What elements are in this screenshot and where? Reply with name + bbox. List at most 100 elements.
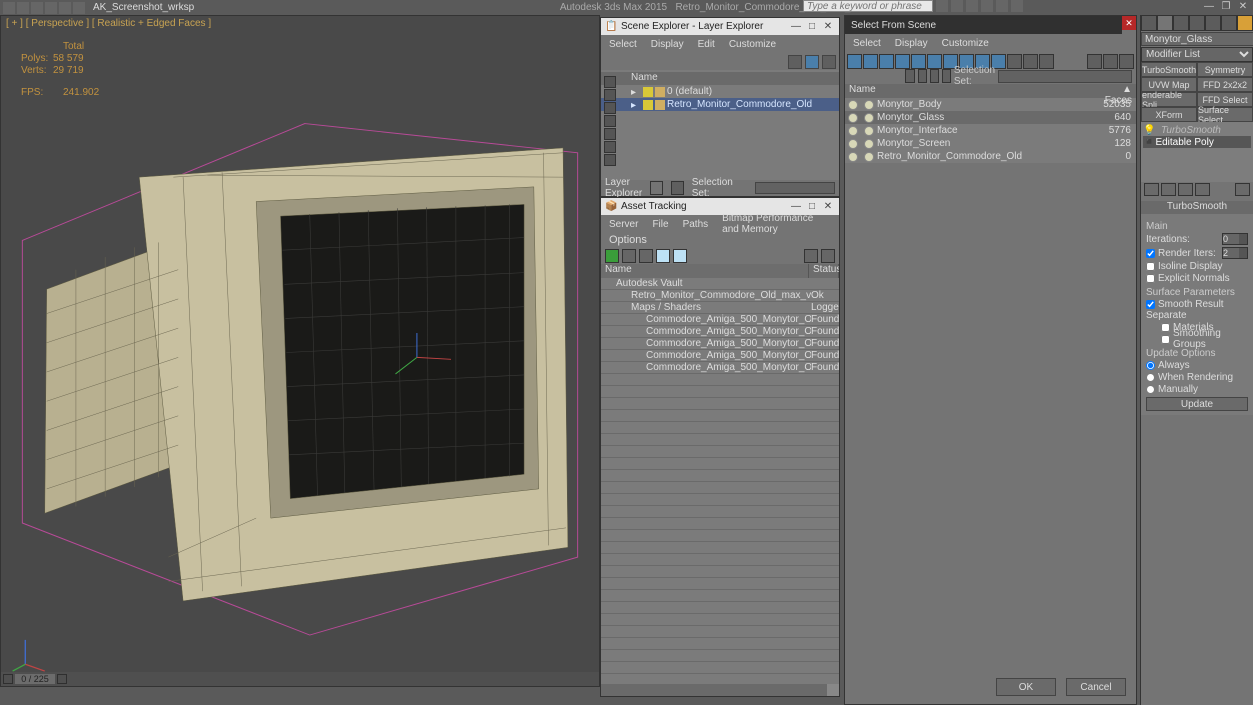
menu-display[interactable]: Display (651, 39, 684, 50)
create-tab-icon[interactable] (1141, 15, 1157, 31)
menu-file[interactable]: File (652, 219, 668, 230)
open-icon[interactable] (31, 2, 43, 14)
viewport[interactable]: [ + ] [ Perspective ] [ Realistic + Edge… (0, 15, 600, 687)
object-name-input[interactable] (1141, 32, 1253, 46)
menu-edit[interactable]: Edit (698, 39, 715, 50)
slider-value[interactable]: 0 / 225 (15, 674, 55, 684)
lock-icon[interactable] (650, 181, 663, 195)
btn-rend-spline[interactable]: enderable Spli (1141, 92, 1197, 107)
helper-filter-icon[interactable] (604, 128, 616, 140)
filter-helper-icon[interactable] (911, 54, 926, 69)
menu-bitmap[interactable]: Bitmap Performance and Memory (722, 213, 831, 235)
refresh-icon[interactable] (605, 249, 619, 263)
stack-turbosmooth[interactable]: 💡 TurboSmooth (1143, 124, 1251, 136)
close-icon[interactable]: ✕ (1236, 0, 1250, 12)
geom-filter-icon[interactable] (604, 76, 616, 88)
freeze-icon[interactable] (864, 139, 874, 149)
render-iter-spinner[interactable] (1222, 247, 1248, 259)
minimize-icon[interactable]: — (1202, 0, 1216, 12)
smoothing-groups-checkbox[interactable]: Smoothing Groups (1161, 333, 1248, 345)
config-icon[interactable] (1235, 183, 1250, 196)
menu-select[interactable]: Select (853, 38, 881, 49)
filter-all-icon[interactable] (1039, 54, 1054, 69)
redo-icon[interactable] (73, 2, 85, 14)
menu-customize[interactable]: Customize (729, 39, 776, 50)
filter-icon[interactable] (788, 55, 802, 69)
asset-row[interactable]: Retro_Monitor_Commodore_Old_max_vray.max… (601, 290, 839, 302)
tool4-icon[interactable] (673, 249, 687, 263)
pin-icon[interactable] (1144, 183, 1159, 196)
sfs-row[interactable]: Retro_Monitor_Commodore_Old0 (845, 150, 1136, 163)
tool3-icon[interactable] (930, 69, 939, 83)
extra-tab-icon[interactable] (1237, 15, 1253, 31)
search-input[interactable] (803, 0, 933, 12)
time-slider[interactable]: 0 / 225 (1, 672, 599, 686)
filter-shape-icon[interactable] (863, 54, 878, 69)
remove-icon[interactable] (1195, 183, 1210, 196)
visibility-icon[interactable] (848, 139, 858, 149)
menu-display[interactable]: Display (895, 38, 928, 49)
freeze-icon[interactable] (864, 113, 874, 123)
asset-row[interactable]: Maps / ShadersLogged (601, 302, 839, 314)
asset-row[interactable]: Commodore_Amiga_500_Monytor_Old_Re...Fou… (601, 350, 839, 362)
funnel-icon[interactable] (1087, 54, 1102, 69)
scroll-right-icon[interactable] (827, 684, 839, 696)
slider-prev-icon[interactable] (3, 674, 13, 684)
update-button[interactable]: Update (1146, 397, 1248, 411)
help-icon[interactable] (804, 249, 818, 263)
minimize-icon[interactable]: — (789, 21, 803, 33)
explicit-normals-checkbox[interactable]: Explicit Normals (1146, 272, 1248, 284)
close-icon[interactable]: ✕ (1122, 16, 1136, 30)
filter-hidden-icon[interactable] (1023, 54, 1038, 69)
close-icon[interactable]: ✕ (821, 201, 835, 213)
search-icon[interactable] (936, 0, 948, 12)
cam-filter-icon[interactable] (604, 115, 616, 127)
render-iter-checkbox[interactable]: Render Iters: (1146, 247, 1216, 259)
selection-set-input[interactable] (755, 182, 835, 194)
opts-icon[interactable] (821, 249, 835, 263)
util-tab-icon[interactable] (1221, 15, 1237, 31)
sfs-row[interactable]: Monytor_Glass640 (845, 111, 1136, 124)
menu-server[interactable]: Server (609, 219, 638, 230)
monitor-model[interactable] (1, 31, 599, 674)
bind-icon[interactable] (981, 0, 993, 12)
tree-row-default[interactable]: ▸ 0 (default) (601, 85, 839, 98)
freeze-icon[interactable] (864, 152, 874, 162)
always-radio[interactable]: Always (1146, 359, 1248, 371)
save-icon[interactable] (45, 2, 57, 14)
stack-editable-poly[interactable]: ◾ Editable Poly (1143, 136, 1251, 148)
help-icon[interactable] (996, 0, 1008, 12)
menu-customize[interactable]: Customize (942, 38, 989, 49)
ok-button[interactable]: OK (996, 678, 1056, 696)
sfs-row[interactable]: Monytor_Screen128 (845, 137, 1136, 150)
space-filter-icon[interactable] (604, 141, 616, 153)
filter-geom-icon[interactable] (847, 54, 862, 69)
freeze-icon[interactable] (864, 100, 874, 110)
unlink-icon[interactable] (966, 0, 978, 12)
tool-icon[interactable] (622, 249, 636, 263)
motion-tab-icon[interactable] (1189, 15, 1205, 31)
tree-row-monitor[interactable]: ▸ Retro_Monitor_Commodore_Old (601, 98, 839, 111)
bone-filter-icon[interactable] (604, 154, 616, 166)
tool3-icon[interactable] (656, 249, 670, 263)
btn-ffd[interactable]: FFD 2x2x2 (1197, 77, 1253, 92)
hdr-name[interactable]: Name (845, 84, 1096, 98)
display-tab-icon[interactable] (1205, 15, 1221, 31)
autodesk-icon[interactable] (1011, 0, 1023, 12)
view-icon[interactable] (805, 55, 819, 69)
modifier-list-dropdown[interactable]: Modifier List (1141, 47, 1253, 62)
modifier-stack[interactable]: 💡 TurboSmooth ◾ Editable Poly (1141, 122, 1253, 182)
show-icon[interactable] (1161, 183, 1176, 196)
expand-icon[interactable]: ▸ (631, 100, 641, 110)
collapse-icon[interactable] (1119, 54, 1134, 69)
maximize-icon[interactable]: □ (805, 201, 819, 213)
restore-icon[interactable]: ❐ (1219, 0, 1233, 12)
light-filter-icon[interactable] (604, 102, 616, 114)
hierarchy-tab-icon[interactable] (1173, 15, 1189, 31)
tool2-icon[interactable] (918, 69, 927, 83)
menu-options[interactable]: Options (601, 233, 839, 247)
sfs-row[interactable]: Monytor_Interface5776 (845, 124, 1136, 137)
maximize-icon[interactable]: □ (805, 21, 819, 33)
menu-paths[interactable]: Paths (683, 219, 709, 230)
layer-explorer-dropdown[interactable]: Layer Explorer (605, 177, 642, 199)
